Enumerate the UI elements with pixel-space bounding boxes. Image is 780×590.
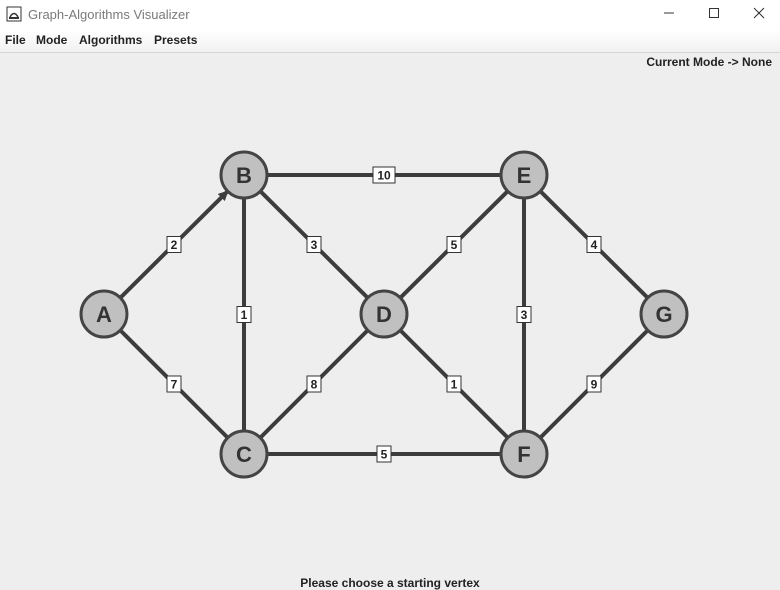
edge-weight-label: 1 <box>451 378 458 392</box>
edge-weight-A-C: 7 <box>166 375 182 393</box>
vertex-label: G <box>655 302 672 327</box>
edge-weight-label: 5 <box>451 238 458 252</box>
vertex-f[interactable]: F <box>499 429 549 479</box>
vertex-a[interactable]: A <box>79 289 129 339</box>
edge-weight-E-F: 3 <box>516 306 532 323</box>
edge-weight-label: 8 <box>311 378 318 392</box>
edge-weight-label: 9 <box>591 378 598 392</box>
vertex-label: D <box>376 302 392 327</box>
edge-weight-label: 7 <box>171 378 178 392</box>
vertex-c[interactable]: C <box>219 429 269 479</box>
edge-weight-D-E: 5 <box>446 236 462 253</box>
edge-weight-C-D: 8 <box>306 375 322 393</box>
vertex-d[interactable]: D <box>359 289 409 339</box>
edge-weight-label: 5 <box>381 448 388 462</box>
edge-weight-F-G: 9 <box>586 375 602 393</box>
graph-canvas[interactable]: 2 7 1 3 10 8 5 5 1 3 4 9 A B C D E F G <box>0 0 780 590</box>
edge-weight-B-C: 1 <box>236 306 252 323</box>
edge-weight-label: 1 <box>241 308 248 322</box>
status-message: Please choose a starting vertex <box>300 576 480 590</box>
edge-weight-label: 3 <box>311 238 318 252</box>
vertex-label: A <box>96 302 112 327</box>
edge-weight-label: 10 <box>377 169 391 183</box>
vertex-label: B <box>236 163 252 188</box>
edge-weight-label: 4 <box>591 238 598 252</box>
edge-weight-A-B: 2 <box>166 236 182 253</box>
vertex-label: E <box>517 163 532 188</box>
edge-weight-B-E: 10 <box>372 166 396 184</box>
edge-weight-E-G: 4 <box>586 236 602 253</box>
edge-weight-D-F: 1 <box>446 375 462 393</box>
edge-weight-B-D: 3 <box>306 236 322 253</box>
edge-weight-label: 3 <box>521 308 528 322</box>
vertex-e[interactable]: E <box>499 150 549 200</box>
edge-weight-C-F: 5 <box>376 445 392 463</box>
vertex-label: C <box>236 442 252 467</box>
vertex-b[interactable]: B <box>219 150 269 200</box>
vertex-label: F <box>517 442 530 467</box>
edge-weight-label: 2 <box>171 238 178 252</box>
vertex-g[interactable]: G <box>639 289 689 339</box>
